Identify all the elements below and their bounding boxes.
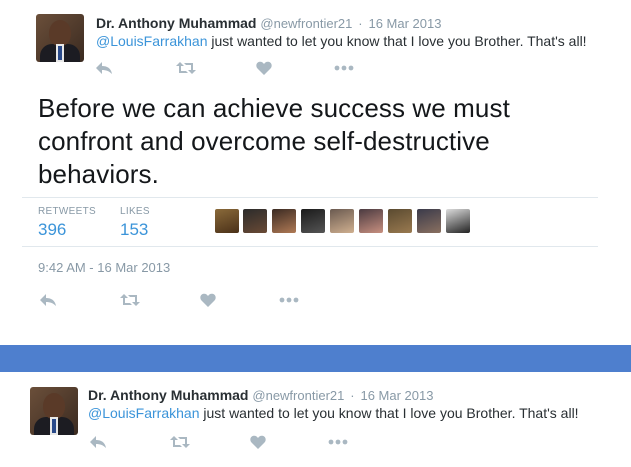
section-divider [0,345,631,372]
tweet-date[interactable]: 16 Mar 2013 [360,388,433,403]
tweet-bottom: Dr. Anthony Muhammad @newfrontier21 · 16… [0,372,631,467]
tweet-date[interactable]: 16 Mar 2013 [368,16,441,31]
likes-stat[interactable]: LIKES 153 [120,206,150,240]
author-name[interactable]: Dr. Anthony Muhammad [88,387,249,403]
retweet-icon [176,62,196,74]
tweet-stats: RETWEETS 396 LIKES 153 [22,197,598,247]
tweet-timestamp[interactable]: 9:42 AM - 16 Mar 2013 [38,260,170,275]
retweet-button[interactable] [174,58,198,78]
more-icon [334,65,354,71]
retweets-count: 396 [38,220,67,239]
mention-link[interactable]: @LouisFarrakhan [88,405,200,421]
tweet-text: @LouisFarrakhan just wanted to let you k… [88,405,579,421]
reply-button[interactable] [86,432,110,452]
tweet-body: just wanted to let you know that I love … [207,33,587,49]
retweet-button[interactable] [168,432,192,452]
tweet-header: Dr. Anthony Muhammad @newfrontier21 · 16… [96,15,441,31]
tweet-actions [86,432,366,452]
liker-avatar[interactable] [301,209,325,233]
reply-icon [90,436,106,448]
main-tweet-text: Before we can achieve success we must co… [38,93,510,189]
liker-avatar[interactable] [243,209,267,233]
tweet-top: Dr. Anthony Muhammad @newfrontier21 · 16… [0,0,631,80]
tweet-actions [92,58,372,78]
like-button[interactable] [246,432,270,452]
reply-icon [96,62,112,74]
heart-icon [256,61,272,75]
heart-icon [250,435,266,449]
heart-icon [200,293,216,307]
retweets-label: RETWEETS [38,206,96,217]
like-button[interactable] [196,290,220,310]
main-tweet-actions [36,290,326,310]
reply-icon [40,294,56,306]
liker-avatar[interactable] [215,209,239,233]
like-button[interactable] [252,58,276,78]
more-icon [279,297,299,303]
retweet-icon [120,294,140,306]
tweet-header: Dr. Anthony Muhammad @newfrontier21 · 16… [88,387,433,403]
likes-count: 153 [120,220,149,239]
retweet-button[interactable] [118,290,142,310]
mention-link[interactable]: @LouisFarrakhan [96,33,208,49]
liker-avatar[interactable] [359,209,383,233]
avatar[interactable] [36,14,84,62]
reply-button[interactable] [36,290,60,310]
more-button[interactable] [326,432,350,452]
liker-avatar[interactable] [446,209,470,233]
separator: · [350,388,355,403]
author-handle[interactable]: @newfrontier21 [260,16,352,31]
liker-avatar[interactable] [388,209,412,233]
liker-avatar[interactable] [272,209,296,233]
retweets-stat[interactable]: RETWEETS 396 [38,206,96,240]
separator: · [358,16,363,31]
more-button[interactable] [277,290,301,310]
liker-avatar[interactable] [330,209,354,233]
author-name[interactable]: Dr. Anthony Muhammad [96,15,257,31]
reply-button[interactable] [92,58,116,78]
author-handle[interactable]: @newfrontier21 [252,388,344,403]
retweet-icon [170,436,190,448]
avatar[interactable] [30,387,78,435]
more-icon [328,439,348,445]
liker-avatar[interactable] [417,209,441,233]
more-button[interactable] [332,58,356,78]
tweet-body: just wanted to let you know that I love … [199,405,579,421]
tweet-text: @LouisFarrakhan just wanted to let you k… [96,33,587,49]
likes-label: LIKES [120,206,150,217]
